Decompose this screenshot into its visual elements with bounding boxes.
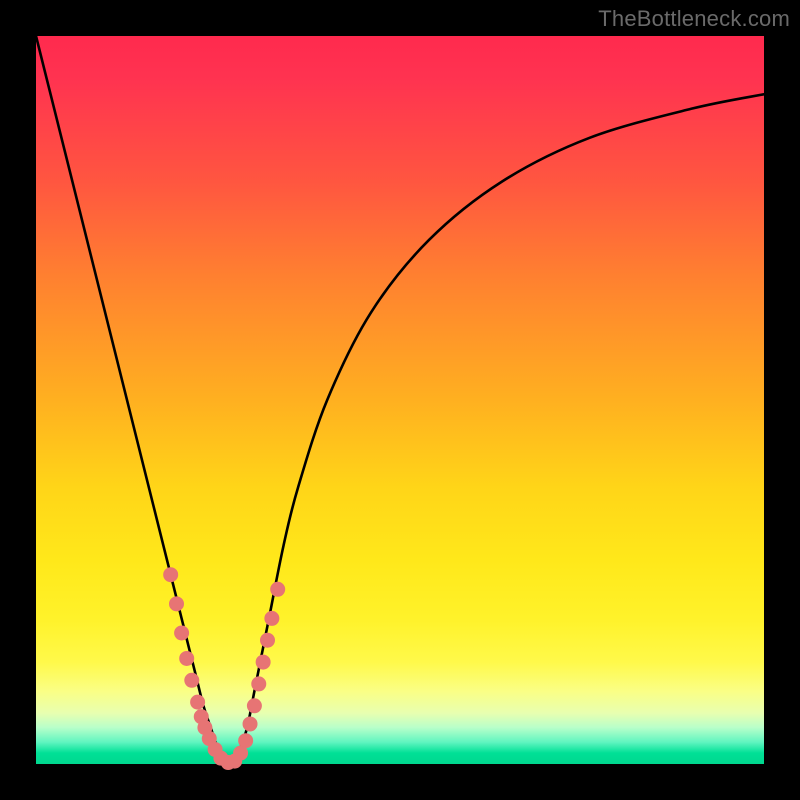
data-marker bbox=[170, 597, 184, 611]
data-marker bbox=[252, 677, 266, 691]
data-marker bbox=[180, 651, 194, 665]
data-marker bbox=[261, 633, 275, 647]
watermark-text: TheBottleneck.com bbox=[598, 6, 790, 32]
data-marker bbox=[239, 734, 253, 748]
plot-area bbox=[36, 36, 764, 764]
bottleneck-curve-path bbox=[36, 36, 764, 766]
data-marker bbox=[164, 568, 178, 582]
data-marker bbox=[191, 695, 205, 709]
chart-svg bbox=[36, 36, 764, 764]
data-marker bbox=[265, 611, 279, 625]
data-marker bbox=[271, 582, 285, 596]
marker-group bbox=[164, 568, 285, 770]
data-marker bbox=[243, 717, 257, 731]
data-marker bbox=[185, 673, 199, 687]
data-marker bbox=[256, 655, 270, 669]
data-marker bbox=[247, 699, 261, 713]
data-marker bbox=[175, 626, 189, 640]
chart-frame: TheBottleneck.com bbox=[0, 0, 800, 800]
